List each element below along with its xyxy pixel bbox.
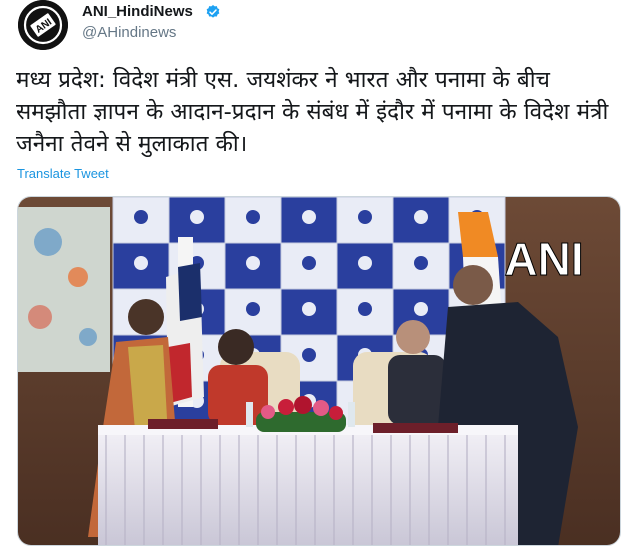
backdrop-emblem-icon [358,210,372,224]
backdrop-emblem-icon [302,348,316,362]
backdrop-emblem-icon [414,210,428,224]
backdrop-emblem-icon [246,302,260,316]
backdrop-emblem-icon [358,256,372,270]
ani-logo-icon: ANI [18,0,68,50]
backdrop-emblem-icon [246,210,260,224]
backdrop-emblem-icon [190,210,204,224]
backdrop-emblem-icon [302,210,316,224]
display-name[interactable]: ANI_HindiNews [82,3,193,20]
ani-watermark: ANI [504,233,583,285]
backdrop-emblem-icon [302,256,316,270]
table [98,430,518,545]
backdrop-emblem-icon [414,302,428,316]
translate-tweet-link[interactable]: Translate Tweet [17,166,109,181]
floral-panel [18,207,110,372]
photo-scene: ANI [18,197,620,545]
tweet-photo[interactable]: ANI [17,196,621,546]
backdrop-emblem-icon [134,210,148,224]
backdrop-emblem-icon [246,256,260,270]
account-handle[interactable]: @AHindinews [82,24,176,41]
verified-badge-icon [206,5,220,18]
backdrop-emblem-icon [134,256,148,270]
tweet-text: मध्य प्रदेश: विदेश मंत्री एस. जयशंकर ने … [16,67,609,157]
backdrop-emblem-icon [358,302,372,316]
backdrop-emblem-icon [414,256,428,270]
avatar[interactable]: ANI [18,0,68,50]
backdrop-emblem-icon [302,302,316,316]
